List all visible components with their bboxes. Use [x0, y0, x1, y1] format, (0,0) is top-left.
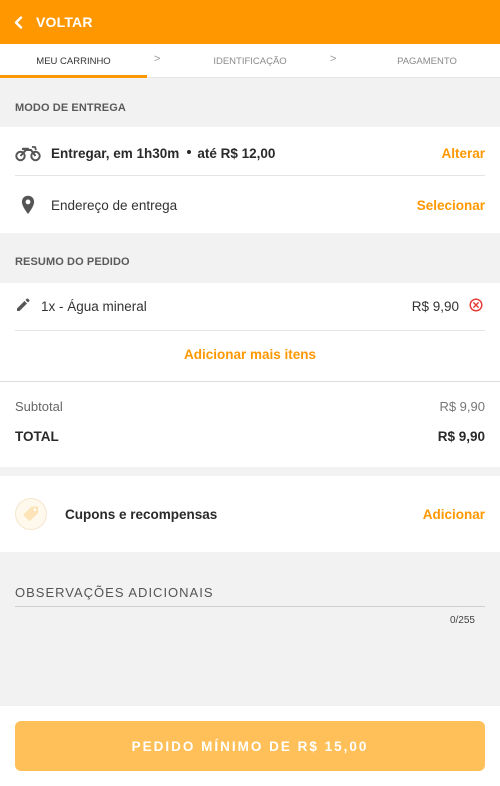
order-section-title: RESUMO DO PEDIDO	[15, 256, 130, 268]
total-value: R$ 9,90	[437, 428, 485, 444]
subtotal-row: Subtotal R$ 9,90	[15, 397, 485, 415]
coupon-tag-icon	[15, 498, 47, 530]
coupons-row[interactable]: Cupons e recompensas Adicionar	[15, 498, 485, 530]
back-label: VOLTAR	[36, 14, 93, 30]
delivery-mode-text: Entregar, em 1h30m	[51, 145, 180, 161]
delivery-price: até R$ 12,00	[197, 145, 276, 161]
chevron-left-icon	[14, 15, 26, 29]
coupons-card: Cupons e recompensas Adicionar	[0, 476, 500, 552]
bottom-bar: PEDIDO MÍNIMO DE R$ 15,00	[0, 706, 500, 786]
subtotal-value: R$ 9,90	[439, 398, 485, 414]
address-label: Endereço de entrega	[51, 197, 178, 213]
coupons-label: Cupons e recompensas	[65, 506, 218, 522]
observations-label: OBSERVAÇÕES ADICIONAIS	[15, 585, 214, 600]
remove-circle-icon[interactable]	[469, 298, 485, 314]
divider	[15, 330, 485, 331]
divider	[0, 381, 500, 382]
step-payment[interactable]: PAGAMENTO	[360, 56, 494, 67]
change-delivery-button[interactable]: Alterar	[441, 146, 485, 161]
add-coupon-button[interactable]: Adicionar	[423, 507, 485, 522]
order-item-row: 1x - Água mineral R$ 9,90	[15, 294, 485, 318]
observations-input[interactable]	[15, 606, 485, 607]
step-separator: >	[154, 53, 161, 65]
total-row: TOTAL R$ 9,90	[15, 427, 485, 445]
subtotal-label: Subtotal	[15, 398, 63, 414]
back-button[interactable]: VOLTAR	[0, 0, 500, 44]
separator-dot	[187, 150, 192, 154]
order-card: 1x - Água mineral R$ 9,90 Adicionar mais…	[0, 283, 500, 467]
motorcycle-icon	[15, 144, 41, 162]
total-label: TOTAL	[15, 428, 59, 444]
active-step-indicator	[0, 75, 147, 78]
observations-counter: 0/255	[449, 615, 475, 626]
minimum-order-button[interactable]: PEDIDO MÍNIMO DE R$ 15,00	[15, 721, 485, 771]
select-address-button[interactable]: Selecionar	[417, 198, 485, 213]
delivery-section-title: MODO DE ENTREGA	[15, 102, 126, 114]
step-separator: >	[330, 53, 337, 65]
step-cart[interactable]: MEU CARRINHO	[0, 56, 147, 67]
order-item-price: R$ 9,90	[411, 298, 459, 314]
order-item-label: 1x - Água mineral	[41, 298, 147, 314]
delivery-card: Entregar, em 1h30m até R$ 12,00 Alterar …	[0, 127, 500, 233]
step-identification[interactable]: IDENTIFICAÇÃO	[180, 56, 320, 67]
delivery-mode-row: Entregar, em 1h30m até R$ 12,00 Alterar	[15, 141, 485, 165]
location-pin-icon	[15, 195, 41, 215]
add-more-items-button[interactable]: Adicionar mais itens	[184, 347, 316, 362]
pencil-icon[interactable]	[15, 297, 33, 315]
delivery-address-row[interactable]: Endereço de entrega Selecionar	[15, 193, 485, 217]
divider	[15, 175, 485, 176]
checkout-steps: MEU CARRINHO > IDENTIFICAÇÃO > PAGAMENTO	[0, 44, 500, 78]
